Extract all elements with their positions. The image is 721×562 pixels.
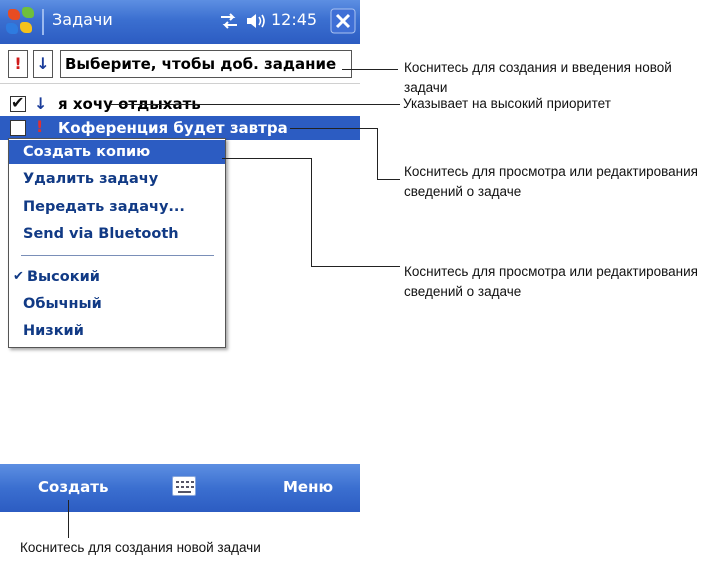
menu-item-beam-task[interactable]: Передать задачу... (9, 195, 225, 219)
high-priority-button[interactable]: ! (8, 50, 28, 78)
command-bar: Создать Меню (0, 464, 360, 512)
high-priority-icon: ! (36, 117, 44, 136)
callout-line (311, 266, 400, 267)
callout-create-entry: Коснитесь для создания и введения новой … (404, 60, 672, 95)
callout-line (110, 104, 400, 105)
title-separator (42, 9, 44, 35)
callout-line (342, 69, 398, 70)
low-priority-button[interactable]: ↓ (33, 50, 53, 78)
menu-item-priority-normal[interactable]: Обычный (9, 292, 225, 316)
menu-item-delete-task[interactable]: Удалить задачу (9, 167, 225, 191)
context-menu: Создать копию Удалить задачу Передать за… (8, 138, 226, 348)
menu-separator (21, 255, 214, 256)
callout-view-edit-task-2: Коснитесь для просмотра или редактирован… (404, 264, 698, 299)
menu-item-priority-low[interactable]: Низкий (9, 319, 225, 343)
menu-item-create-copy[interactable]: Создать копию (9, 140, 225, 164)
close-icon[interactable] (330, 8, 356, 34)
pocket-pc-screen: Задачи 12:45 ! ↓ Выберите, чтобы доб. за… (0, 0, 360, 512)
callout-line (377, 128, 378, 180)
speaker-icon[interactable] (245, 11, 269, 31)
entry-bar: ! ↓ Выберите, чтобы доб. задание (0, 44, 360, 84)
menu-softkey[interactable]: Меню (283, 478, 333, 496)
title-bar: Задачи 12:45 (0, 0, 360, 44)
app-title: Задачи (52, 10, 113, 29)
task-checkbox[interactable] (10, 120, 26, 136)
clock: 12:45 (271, 10, 318, 29)
callout-line (290, 128, 378, 129)
menu-item-label: Высокий (27, 269, 100, 285)
task-title: Коференция будет завтра (58, 119, 288, 137)
keyboard-icon[interactable] (172, 476, 196, 496)
callout-create-new-task: Коснитесь для создания новой задачи (20, 540, 261, 555)
callout-line (68, 500, 69, 538)
callout-high-priority: Указывает на высокий приоритет (403, 96, 611, 111)
new-task-entry-field[interactable]: Выберите, чтобы доб. задание (60, 50, 352, 78)
menu-item-priority-high[interactable]: ✔ Высокий (9, 265, 225, 289)
callout-line (377, 179, 400, 180)
checkmark-icon: ✔ (11, 93, 25, 112)
task-checkbox[interactable]: ✔ (10, 93, 26, 112)
callout-view-edit-task: Коснитесь для просмотра или редактирован… (404, 164, 698, 199)
connectivity-icon[interactable] (218, 11, 240, 31)
windows-flag-icon[interactable] (6, 7, 38, 37)
callout-line (222, 158, 312, 159)
checkmark-icon: ✔ (13, 269, 24, 284)
low-priority-icon: ↓ (34, 94, 48, 113)
menu-item-send-bluetooth[interactable]: Send via Bluetooth (9, 222, 225, 246)
new-task-softkey[interactable]: Создать (38, 478, 108, 496)
callout-line (311, 158, 312, 267)
